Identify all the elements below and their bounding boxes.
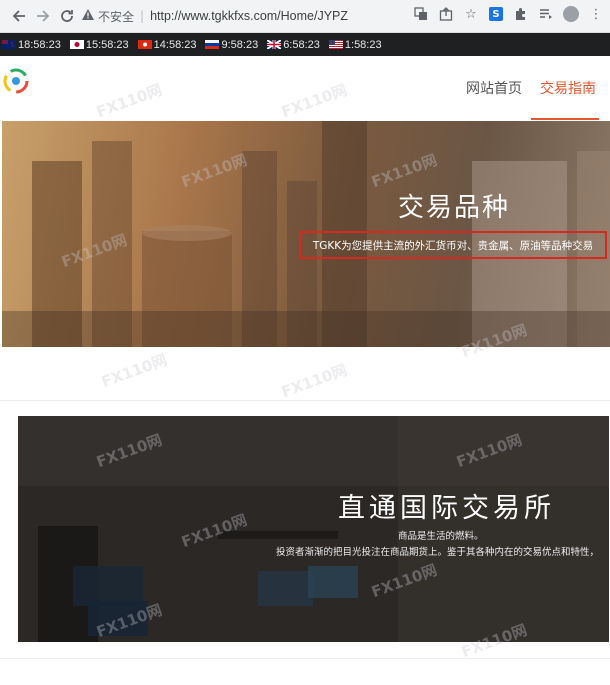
forward-icon[interactable] bbox=[32, 5, 54, 27]
url-text[interactable]: http://www.tgkkfxs.com/Home/JYPZ bbox=[150, 9, 348, 23]
banner-text-line: 商品是生活的燃料。 bbox=[398, 531, 484, 542]
back-icon[interactable] bbox=[8, 5, 30, 27]
jp-flag-icon bbox=[69, 40, 84, 49]
nav-home-link[interactable]: 网站首页 bbox=[466, 78, 522, 98]
puzzle-icon[interactable] bbox=[513, 5, 529, 23]
trading-floor-image bbox=[18, 416, 609, 642]
main-nav: 网站首页 交易指南 bbox=[466, 78, 596, 98]
clock-gb: 6:58:23 bbox=[267, 39, 320, 51]
translate-icon[interactable] bbox=[413, 5, 429, 23]
nz-flag-icon bbox=[2, 40, 16, 49]
reload-icon[interactable] bbox=[56, 5, 78, 27]
us-flag-icon bbox=[328, 40, 343, 49]
watermark: FX110网 bbox=[279, 360, 350, 402]
browser-toolbar: 不安全 | http://www.tgkkfxs.com/Home/JYPZ ☆… bbox=[0, 0, 610, 33]
clock-ru: 9:58:23 bbox=[205, 39, 258, 51]
clock-time: 1:58:23 bbox=[344, 38, 382, 51]
section-divider bbox=[0, 400, 610, 401]
section-divider bbox=[0, 658, 610, 659]
banner-subtitle: TGKK为您提供主流的外汇货币对、贵金属、原油等品种交易 bbox=[299, 231, 607, 259]
banner-title: 交易品种 bbox=[398, 193, 511, 223]
exchange-banner: 直通国际交易所 商品是生活的燃料。 投资者渐渐的把目光投注在商品期货上。鉴于其各… bbox=[18, 416, 609, 642]
share-icon[interactable] bbox=[438, 5, 454, 23]
banner-title: 直通国际交易所 bbox=[338, 493, 555, 524]
clock-jp: 15:58:23 bbox=[69, 38, 129, 51]
warning-icon[interactable] bbox=[82, 9, 94, 23]
world-clock-bar: 18:58:23 15:58:23 14:58:23 9:58:23 6:58:… bbox=[0, 33, 610, 56]
clock-time: 9:58:23 bbox=[221, 38, 259, 51]
extension-s-icon[interactable]: S bbox=[488, 5, 504, 23]
insecure-label: 不安全 bbox=[98, 9, 135, 24]
star-icon[interactable]: ☆ bbox=[463, 5, 479, 23]
clock-us: 1:58:23 bbox=[328, 38, 382, 51]
trading-products-banner: 交易品种 TGKK为您提供主流的外汇货币对、贵金属、原油等品种交易 bbox=[2, 121, 610, 347]
hk-flag-icon bbox=[137, 40, 152, 49]
clock-time: 6:58:23 bbox=[283, 38, 320, 51]
clock-nz: 18:58:23 bbox=[2, 39, 61, 51]
clock-time: 15:58:23 bbox=[85, 38, 129, 51]
gb-flag-icon bbox=[267, 40, 282, 49]
address-bar[interactable]: 不安全 | http://www.tgkkfxs.com/Home/JYPZ bbox=[82, 5, 412, 27]
clock-time: 18:58:23 bbox=[18, 38, 61, 51]
menu-icon[interactable]: ⋮ bbox=[588, 5, 604, 23]
nav-guide-link[interactable]: 交易指南 bbox=[540, 78, 596, 98]
clock-time: 14:58:23 bbox=[153, 38, 197, 51]
separator: | bbox=[140, 9, 145, 23]
site-header: 网站首页 交易指南 bbox=[0, 56, 610, 120]
browser-actions: ☆ S ⋮ bbox=[413, 5, 604, 23]
watermark: FX110网 bbox=[99, 350, 170, 392]
reading-list-icon[interactable] bbox=[538, 5, 554, 23]
profile-icon[interactable] bbox=[563, 5, 579, 23]
clock-hk: 14:58:23 bbox=[137, 38, 197, 51]
ru-flag-icon bbox=[205, 40, 220, 49]
banner-text-line: 投资者渐渐的把目光投注在商品期货上。鉴于其各种内在的交易优点和特性， bbox=[276, 547, 600, 558]
site-logo[interactable] bbox=[3, 68, 29, 94]
active-nav-indicator bbox=[531, 118, 599, 120]
